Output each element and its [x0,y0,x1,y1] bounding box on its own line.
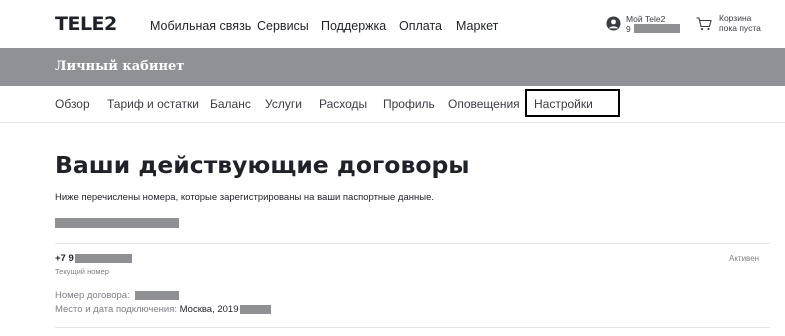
phone-prefix: +7 9 [55,253,74,264]
tab-settings[interactable]: Настройки [534,97,593,111]
contract-status: Активен [729,254,760,263]
masked-passport-data [55,218,179,228]
masked-phone [75,254,132,263]
tab-profile[interactable]: Профиль [383,97,435,111]
cart-status: пока пуста [719,23,761,33]
nav-market[interactable]: Маркет [456,19,498,33]
account-number: 9 [626,24,631,34]
masked-number [634,24,680,33]
tab-tariff[interactable]: Тариф и остатки [107,97,199,111]
phone-caption: Текущий номер [55,267,109,276]
connection-value: Москва, 2019 [179,304,239,315]
connection-label: Место и дата подключения: [55,304,178,315]
cabinet-title: Личный кабинет [55,59,185,74]
cart-label: Корзина [719,13,752,23]
nav-mobile[interactable]: Мобильная связь [150,19,251,33]
tab-expenses[interactable]: Расходы [319,97,367,111]
cabinet-band: Личный кабинет [0,48,785,86]
contract-divider [55,243,770,244]
page-subtitle: Ниже перечислены номера, которые зарегис… [55,192,434,203]
tab-services[interactable]: Услуги [265,97,302,111]
page-title: Ваши действующие договоры [55,151,470,179]
bottom-divider [55,327,770,328]
cart-icon [696,17,712,31]
nav-support[interactable]: Поддержка [321,19,386,33]
tab-notifications[interactable]: Оповещения [448,97,520,111]
tab-overview[interactable]: Обзор [55,97,90,111]
tele2-logo[interactable]: TELE2 [55,13,117,35]
account-label: Мой Tele2 [626,14,666,24]
nav-services[interactable]: Сервисы [257,19,309,33]
connection-info: Место и дата подключения: Москва, 2019 [55,304,239,315]
nav-payment[interactable]: Оплата [399,19,442,33]
masked-contract-number [135,291,179,300]
cabinet-tabs: Обзор Тариф и остатки Баланс Услуги Расх… [0,86,785,123]
tab-balance[interactable]: Баланс [210,97,251,111]
top-header: TELE2 Мобильная связь Сервисы Поддержка … [0,0,785,48]
masked-connection-date [240,305,271,314]
user-icon [606,16,621,31]
phone-number: +7 9 [55,253,74,264]
contract-number-label: Номер договора: [55,290,130,301]
